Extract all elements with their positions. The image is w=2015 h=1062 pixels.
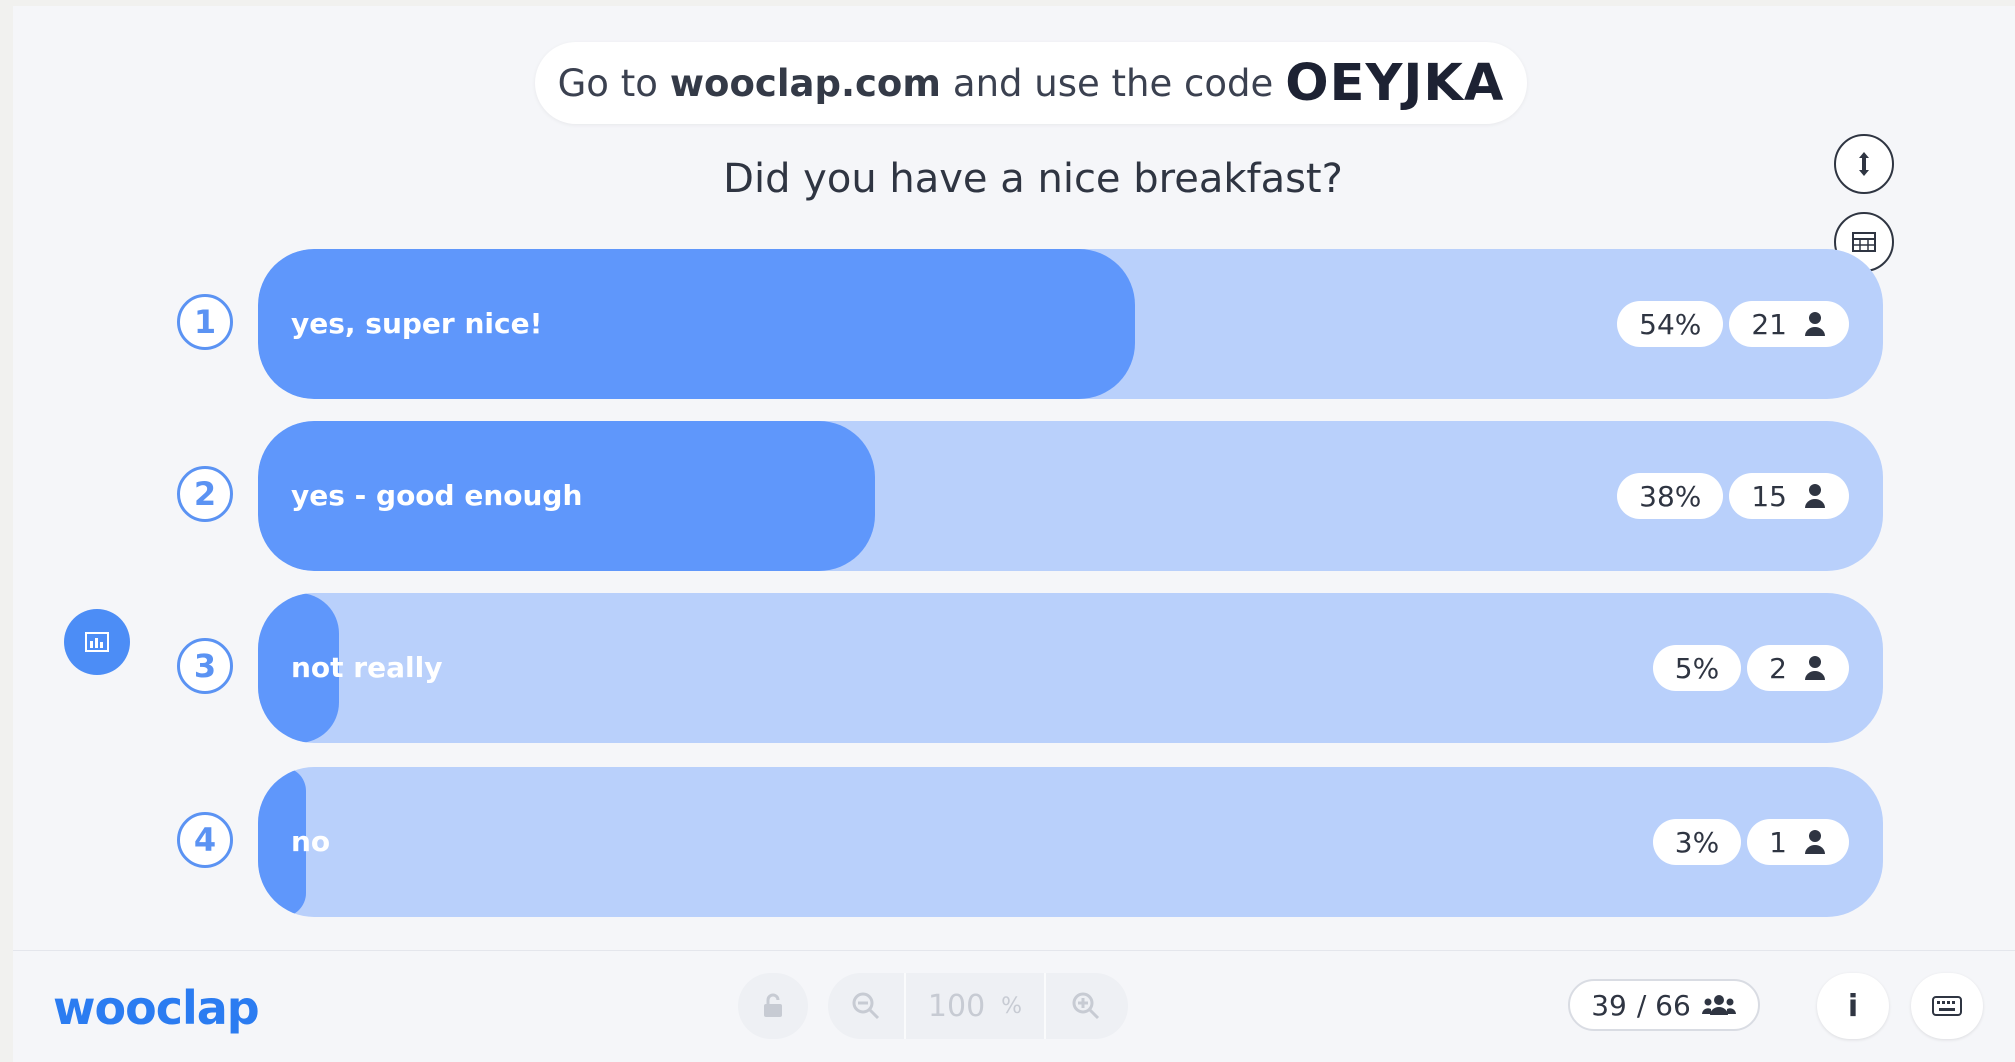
zoom-control: 100 %	[828, 973, 1128, 1039]
person-icon	[1805, 830, 1825, 854]
answer-bar: no 3% 1	[258, 767, 1883, 917]
answer-row: 4 no 3% 1	[173, 767, 1883, 917]
join-code: OEYJKA	[1285, 53, 1505, 113]
zoom-value: 100	[927, 988, 986, 1024]
presentation-stage: Go to wooclap.com and use the code OEYJK…	[13, 6, 2015, 950]
answer-stats: 54% 21	[1617, 301, 1849, 347]
group-icon	[1701, 995, 1736, 1015]
person-icon	[1805, 484, 1825, 508]
answer-percent: 38%	[1617, 473, 1724, 519]
zoom-in-icon	[1072, 992, 1100, 1020]
answer-stats: 3% 1	[1652, 819, 1849, 865]
answer-number: 3	[177, 638, 233, 694]
lock-icon	[764, 993, 782, 1017]
answer-label: yes - good enough	[291, 479, 583, 512]
answer-bar: yes, super nice! 54% 21	[258, 249, 1883, 399]
lock-button[interactable]	[738, 973, 808, 1039]
answer-label: no	[291, 825, 331, 858]
answer-stats: 5% 2	[1652, 645, 1849, 691]
answer-percent: 3%	[1652, 819, 1742, 865]
person-icon	[1805, 656, 1825, 680]
answer-count: 1	[1747, 819, 1849, 865]
answer-label: yes, super nice!	[291, 307, 543, 340]
chart-view-button[interactable]	[64, 609, 130, 675]
answer-row: 2 yes - good enough 38% 15	[173, 421, 1883, 571]
zoom-unit: %	[1001, 993, 1023, 1019]
join-middle: and use the code	[952, 61, 1274, 105]
footer-bar: wooclap 100 % 39 / 66 i	[13, 950, 2015, 1062]
keyboard-shortcuts-button[interactable]	[1911, 973, 1983, 1039]
wooclap-logo: wooclap	[53, 981, 260, 1035]
participants-total: / 66	[1636, 988, 1691, 1022]
answer-number: 1	[177, 294, 233, 350]
zoom-out-icon	[852, 992, 880, 1020]
bar-chart-icon	[85, 632, 109, 652]
answer-label: not really	[291, 651, 443, 684]
join-site: wooclap.com	[669, 61, 941, 105]
answer-stats: 38% 15	[1617, 473, 1849, 519]
expand-button[interactable]	[1834, 134, 1894, 194]
participants-current: 39	[1591, 988, 1627, 1022]
join-instructions: Go to wooclap.com and use the code OEYJK…	[535, 42, 1527, 124]
participants-counter[interactable]: 39 / 66	[1568, 979, 1760, 1031]
answer-count: 2	[1747, 645, 1849, 691]
answer-percent: 54%	[1617, 301, 1724, 347]
join-prefix: Go to	[557, 61, 658, 105]
answer-bar: yes - good enough 38% 15	[258, 421, 1883, 571]
zoom-level[interactable]: 100 %	[906, 973, 1044, 1039]
info-icon: i	[1847, 988, 1859, 1024]
answer-count: 15	[1729, 473, 1849, 519]
person-icon	[1805, 312, 1825, 336]
question-title: Did you have a nice breakfast?	[723, 156, 1343, 202]
vertical-arrows-icon	[1859, 152, 1869, 176]
answer-number: 2	[177, 466, 233, 522]
zoom-in-button[interactable]	[1046, 973, 1126, 1039]
keyboard-icon	[1932, 996, 1962, 1016]
answer-percent: 5%	[1652, 645, 1742, 691]
answer-row: 1 yes, super nice! 54% 21	[173, 249, 1883, 399]
answer-bar: not really 5% 2	[258, 593, 1883, 743]
answer-count: 21	[1729, 301, 1849, 347]
answer-number: 4	[177, 812, 233, 868]
answer-row: 3 not really 5% 2	[173, 593, 1883, 743]
zoom-out-button[interactable]	[828, 973, 904, 1039]
info-button[interactable]: i	[1817, 973, 1889, 1039]
